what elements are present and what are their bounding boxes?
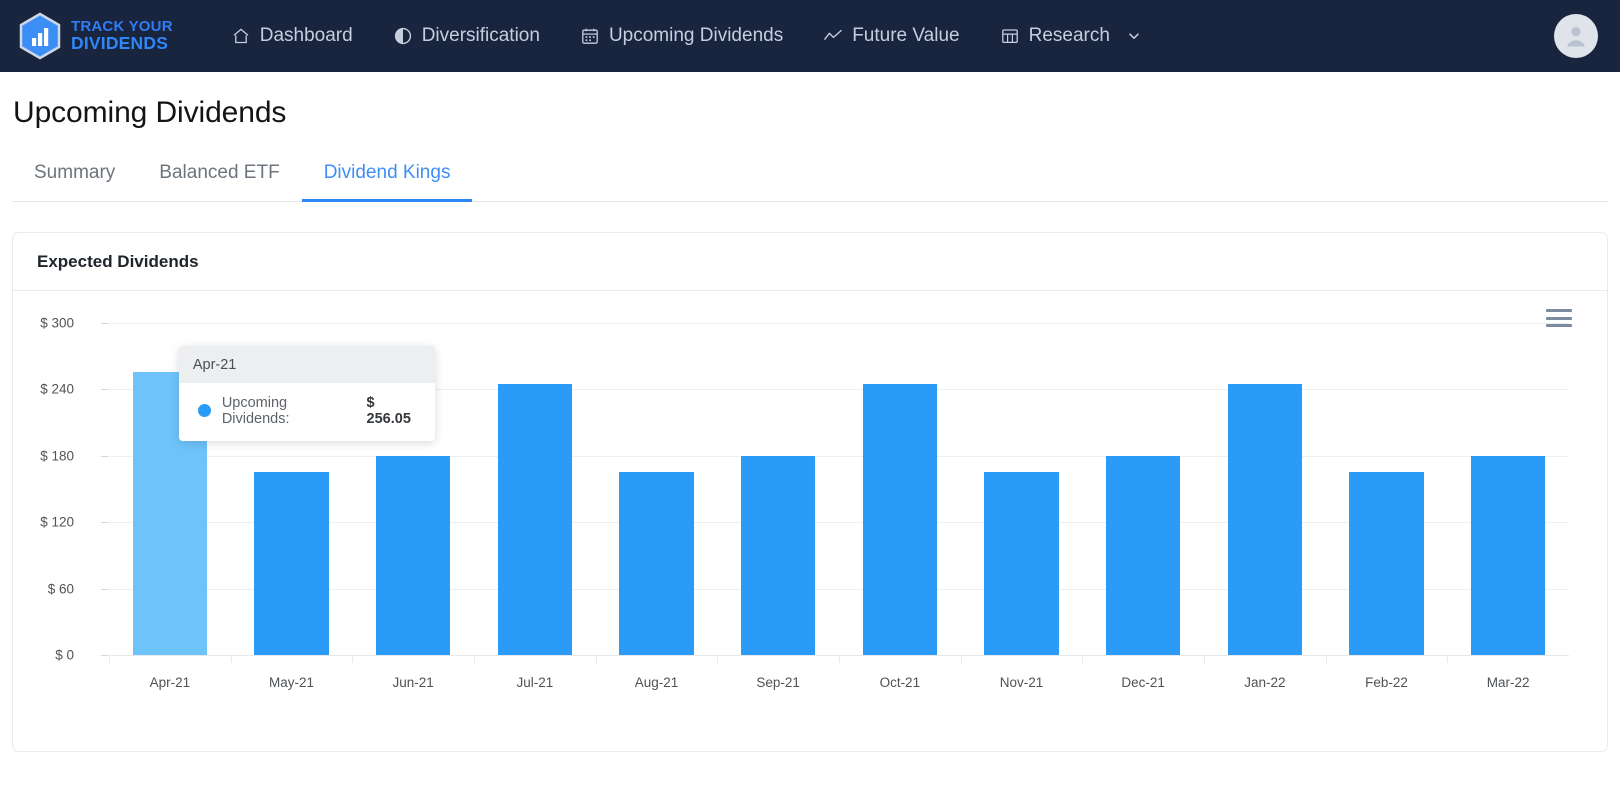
nav-item-label: Research <box>1028 25 1110 46</box>
nav-item-diversification[interactable]: Diversification <box>373 15 560 57</box>
x-axis-tick <box>1325 655 1327 663</box>
expected-dividends-card: Expected Dividends $ 0 $ 60 $ 120 $ 180 $ 24… <box>12 232 1608 752</box>
tab-bar: Summary Balanced ETF Dividend Kings <box>12 152 1608 202</box>
page-title: Upcoming Dividends <box>13 96 287 129</box>
x-axis-tick <box>230 655 232 663</box>
x-axis-label: May-21 <box>268 675 314 690</box>
tab-label: Summary <box>34 162 116 183</box>
chart-bar[interactable] <box>376 455 451 655</box>
x-axis-tick <box>1082 655 1084 663</box>
x-axis-tick <box>474 655 475 663</box>
x-axis-tick <box>1204 655 1205 663</box>
x-axis-label: Oct-21 <box>879 675 921 690</box>
brand-line-2: DIVIDENDS <box>71 32 169 53</box>
top-navbar: TRACK YOUR DIVIDENDS Dashboard Diversifi… <box>0 0 1620 72</box>
y-axis-tick <box>101 455 108 457</box>
chart-bar[interactable] <box>1227 383 1302 655</box>
chart-bar[interactable] <box>254 472 329 655</box>
tooltip-series-label: Upcoming Dividends: <box>221 394 290 427</box>
chart-bar-slot[interactable]: Feb-22 <box>1325 291 1448 741</box>
x-axis-label: Feb-22 <box>1365 675 1408 690</box>
chart-bar-slot[interactable]: Mar-22 <box>1447 291 1569 741</box>
nav-item-label: Future Value <box>852 25 960 46</box>
pie-chart-icon <box>393 26 413 46</box>
page-body: Upcoming Dividends Summary Balanced ETF … <box>0 72 1620 752</box>
tooltip-series-value: $ 256.05 <box>366 394 411 427</box>
x-axis-tick <box>352 655 354 663</box>
tooltip-body: Upcoming Dividends: $ 256.05 <box>178 382 435 441</box>
expected-dividends-chart: $ 0 $ 60 $ 120 $ 180 $ 240 $ 300 Apr-21 May-21 J… <box>13 291 1607 741</box>
chart-bar-slot[interactable]: Jan-22 <box>1204 291 1326 741</box>
nav-item-upcoming-dividends[interactable]: Upcoming Dividends <box>560 15 803 57</box>
y-axis-label: $ 0 <box>55 647 74 663</box>
chart-bar-slot[interactable]: Dec-21 <box>1082 291 1204 741</box>
y-axis-tick <box>101 389 108 391</box>
line-chart-icon <box>823 26 843 46</box>
y-axis-label: $ 60 <box>47 581 74 597</box>
x-axis-tick <box>1447 655 1449 663</box>
chart-bar[interactable] <box>1349 472 1424 655</box>
y-axis-label: $ 120 <box>40 514 74 530</box>
y-axis-label: $ 180 <box>40 448 74 464</box>
nav-item-label: Dashboard <box>259 25 353 46</box>
chart-bar[interactable] <box>862 383 937 655</box>
x-axis-label: Jul-21 <box>516 675 554 690</box>
nav-item-research[interactable]: Research <box>980 15 1161 57</box>
tooltip-header: Apr-21 <box>178 345 435 383</box>
chart-bar[interactable] <box>497 383 572 655</box>
y-axis-tick <box>101 323 108 324</box>
home-icon <box>231 26 251 46</box>
x-axis-tick <box>960 655 962 663</box>
x-axis-label: Mar-22 <box>1486 675 1530 690</box>
chart-bar-slot[interactable]: Oct-21 <box>839 291 961 741</box>
table-icon <box>1000 26 1020 46</box>
series-marker-icon <box>197 404 211 418</box>
x-axis-label: Sep-21 <box>756 675 800 690</box>
chart-bar[interactable] <box>984 472 1059 655</box>
chart-bar-slot[interactable]: Aug-21 <box>595 291 718 741</box>
y-axis-label: $ 240 <box>40 381 74 397</box>
nav-item-future-value[interactable]: Future Value <box>803 15 979 57</box>
x-axis-label: Nov-21 <box>999 675 1044 690</box>
chart-bar[interactable] <box>1106 455 1181 655</box>
x-axis-tick <box>595 655 597 663</box>
x-axis-label: Apr-21 <box>149 675 191 690</box>
chart-tooltip: Apr-21 Upcoming Dividends: $ 256.05 <box>178 345 435 441</box>
nav-item-label: Upcoming Dividends <box>608 25 784 46</box>
x-axis-label: Dec-21 <box>1121 675 1165 690</box>
avatar[interactable] <box>1554 14 1598 58</box>
chart-bar[interactable] <box>619 472 694 655</box>
nav-item-dashboard[interactable]: Dashboard <box>211 15 373 57</box>
chart-bar[interactable] <box>1471 455 1546 655</box>
brand-logo[interactable]: TRACK YOUR DIVIDENDS <box>12 12 173 60</box>
tab-dividend-kings[interactable]: Dividend Kings <box>301 152 473 202</box>
chevron-down-icon <box>1127 29 1141 43</box>
user-avatar-icon <box>1567 27 1585 47</box>
chart-bar-slot[interactable]: Jul-21 <box>474 291 596 741</box>
tab-label: Dividend Kings <box>323 162 451 183</box>
chart-bar[interactable] <box>741 455 816 655</box>
nav-items: Dashboard Diversification Upcoming Divid… <box>211 15 1161 57</box>
calendar-icon <box>580 26 600 46</box>
x-axis-label: Jun-21 <box>392 675 434 690</box>
x-axis-tick <box>717 655 719 663</box>
x-axis-label: Jan-22 <box>1244 675 1286 690</box>
y-axis-label: $ 300 <box>40 315 74 331</box>
chart-bar-slot[interactable]: Nov-21 <box>960 291 1083 741</box>
nav-item-label: Diversification <box>421 25 540 46</box>
y-axis-tick <box>101 522 108 524</box>
chart-bar-slot[interactable]: Sep-21 <box>717 291 839 741</box>
tab-balanced-etf[interactable]: Balanced ETF <box>137 152 301 202</box>
hexagon-bar-chart-icon <box>18 12 62 60</box>
x-axis-label: Aug-21 <box>634 675 679 690</box>
tab-label: Balanced ETF <box>159 162 280 183</box>
y-axis-tick <box>101 655 108 656</box>
tab-summary[interactable]: Summary <box>12 152 137 202</box>
y-axis-tick <box>101 588 108 590</box>
hamburger-menu-icon[interactable] <box>1546 309 1572 327</box>
x-axis-tick <box>109 655 110 663</box>
x-axis-tick <box>839 655 840 663</box>
card-title: Expected Dividends <box>13 233 1607 291</box>
